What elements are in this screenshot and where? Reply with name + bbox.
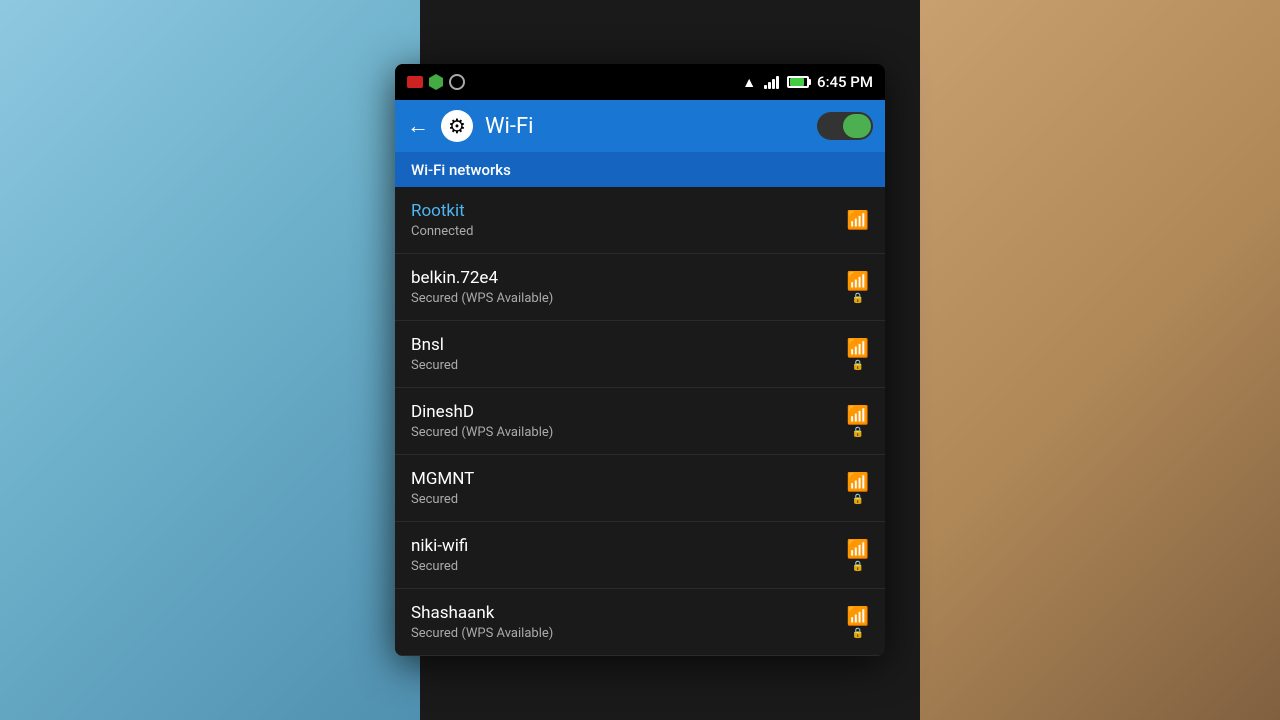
wifi-signal-icon: 📶 [847,405,869,426]
signal-bar-2 [768,82,771,89]
battery-icon [787,76,809,88]
network-info: Shashaank Secured (WPS Available) [411,603,847,641]
wifi-lock-icon: 📶🔒 [847,338,869,371]
network-name: niki-wifi [411,536,847,556]
network-status: Secured [411,559,847,574]
network-info: MGMNT Secured [411,469,847,507]
shield-icon [429,74,443,90]
wifi-icon: ▲ [742,74,756,91]
toggle-knob [843,114,871,138]
network-status: Connected [411,224,847,239]
page-title: Wi-Fi [485,114,805,139]
section-title: Wi-Fi networks [411,161,511,179]
lock-icon: 🔒 [852,427,864,438]
wifi-lock-icon: 📶🔒 [847,539,869,572]
signal-bar-1 [764,85,767,89]
network-item[interactable]: belkin.72e4 Secured (WPS Available)📶🔒 [395,254,885,321]
network-item[interactable]: Rootkit Connected📶 [395,187,885,254]
background-left [0,0,420,720]
wifi-signal-icon: 📶 [847,271,869,292]
lock-icon: 🔒 [852,360,864,371]
network-item[interactable]: Shashaank Secured (WPS Available)📶🔒 [395,589,885,656]
network-info: niki-wifi Secured [411,536,847,574]
wifi-lock-icon: 📶🔒 [847,405,869,438]
action-bar: ← ⚙ Wi-Fi [395,100,885,152]
wifi-signal-icon: 📶 [847,606,869,627]
network-status: Secured [411,492,847,507]
network-info: Rootkit Connected [411,201,847,239]
network-status: Secured [411,358,847,373]
network-name: belkin.72e4 [411,268,847,288]
network-item[interactable]: niki-wifi Secured📶🔒 [395,522,885,589]
network-status: Secured (WPS Available) [411,425,847,440]
network-item[interactable]: DineshD Secured (WPS Available)📶🔒 [395,388,885,455]
network-item[interactable]: MGMNT Secured📶🔒 [395,455,885,522]
wifi-signal-icon: 📶 [847,539,869,560]
status-bar: ▲ 6:45 PM [395,64,885,100]
network-info: belkin.72e4 Secured (WPS Available) [411,268,847,306]
status-left-icons [407,74,465,90]
wifi-signal-icon: 📶 [847,338,869,359]
wifi-lock-icon: 📶🔒 [847,271,869,304]
network-item[interactable]: Bnsl Secured📶🔒 [395,321,885,388]
settings-gear-icon: ⚙ [441,110,473,142]
status-right-icons: ▲ 6:45 PM [742,73,873,91]
network-name: Bnsl [411,335,847,355]
wifi-signal-icon: 📶 [847,210,869,231]
network-status: Secured (WPS Available) [411,626,847,641]
status-time: 6:45 PM [817,73,873,91]
signal-bar-4 [776,76,779,89]
signal-bars [764,75,779,89]
wifi-lock-icon: 📶 [847,210,869,231]
network-name: Shashaank [411,603,847,623]
lock-icon: 🔒 [852,628,864,639]
network-info: DineshD Secured (WPS Available) [411,402,847,440]
signal-bar-3 [772,79,775,89]
notification-icon [407,76,423,88]
network-name: DineshD [411,402,847,422]
phone-screen: ▲ 6:45 PM ← ⚙ Wi-Fi Wi-Fi networks Rootk… [395,64,885,656]
lock-icon: 🔒 [852,293,864,304]
wifi-toggle[interactable] [817,112,873,140]
globe-icon [449,74,465,90]
network-list: RootkitConnected📶belkin.72e4Secured (WPS… [395,187,885,656]
back-button[interactable]: ← [407,113,429,139]
battery-fill [790,78,804,86]
wifi-lock-icon: 📶🔒 [847,472,869,505]
section-header: Wi-Fi networks [395,152,885,187]
wifi-lock-icon: 📶🔒 [847,606,869,639]
lock-icon: 🔒 [852,561,864,572]
network-name: Rootkit [411,201,847,221]
network-info: Bnsl Secured [411,335,847,373]
network-status: Secured (WPS Available) [411,291,847,306]
network-name: MGMNT [411,469,847,489]
wifi-signal-icon: 📶 [847,472,869,493]
background-right [920,0,1280,720]
lock-icon: 🔒 [852,494,864,505]
